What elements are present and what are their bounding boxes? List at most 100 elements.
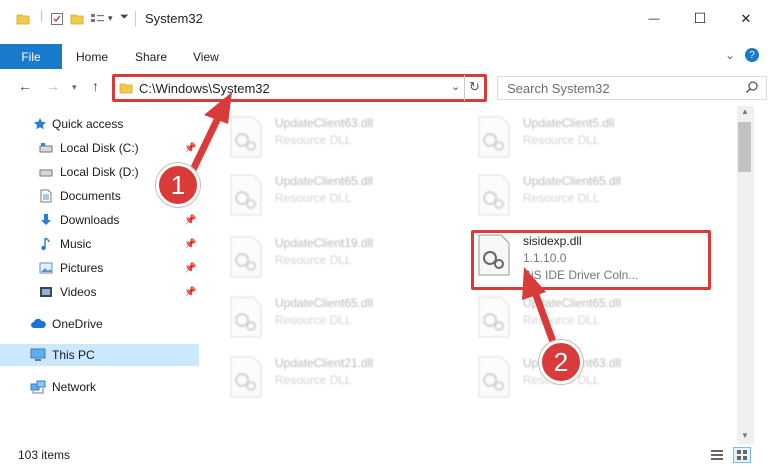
file-description: Resource DLL [275,313,352,327]
file-name: UpdateClient5.dll [523,116,615,130]
nav-item-network[interactable]: Network [0,376,199,398]
callout-badge-1: 1 [156,163,200,207]
file-item[interactable]: UpdateClient19.dll Resource DLL [227,230,457,282]
file-description: Resource DLL [523,133,600,147]
file-item[interactable]: UpdateClient65.dll Resource DLL [475,290,705,342]
vertical-scrollbar[interactable]: ▲ ▼ [737,106,754,444]
scroll-down-icon[interactable]: ▼ [741,431,749,440]
chevron-down-icon[interactable]: ▾ [108,13,113,24]
dll-file-icon [478,296,510,338]
dll-file-icon [478,116,510,158]
nav-item-onedrive[interactable]: OneDrive [0,313,199,335]
pin-icon: 📌 [184,262,197,274]
drive-icon [38,140,54,156]
file-item[interactable]: UpdateClient65.dll Resource DLL [475,168,705,220]
nav-label: Local Disk (D:) [60,165,139,179]
up-arrow-icon[interactable]: ↑ [92,78,99,94]
dll-file-icon [478,356,510,398]
nav-item-this-pc[interactable]: This PC [0,344,199,366]
search-icon[interactable] [745,80,759,97]
minimize-icon: — [648,12,660,25]
address-row: ← → ▾ ↑ C:\Windows\System32 ⌄ ↻ Search S… [0,72,769,104]
file-name: UpdateClient65.dll [275,174,374,188]
address-dropdown-icon[interactable]: ⌄ [451,80,460,93]
network-icon [30,379,46,395]
file-list: UpdateClient63.dll Resource DLL UpdateCl… [205,108,737,438]
nav-label: OneDrive [52,317,103,331]
file-description: Resource DLL [275,373,352,387]
folder-icon [16,12,30,29]
file-name: UpdateClient65.dll [275,296,374,310]
file-description: Resource DLL [275,253,352,267]
help-icon[interactable]: ? [745,48,759,62]
nav-item-quick-access[interactable]: Quick access [0,113,199,135]
nav-label: Pictures [60,261,104,275]
forward-arrow-icon[interactable]: → [46,78,60,94]
folder-icon [119,81,133,98]
tab-view[interactable]: View [193,44,219,69]
documents-icon [38,188,54,204]
details-view-icon[interactable] [710,449,724,464]
close-icon: ✕ [740,10,752,26]
pin-icon: 📌 [184,238,197,250]
address-path[interactable]: C:\Windows\System32 [139,81,270,96]
star-icon [32,116,48,132]
nav-label: This PC [52,348,95,362]
file-name: UpdateClient19.dll [275,236,374,250]
maximize-icon: ☐ [693,10,707,26]
highlight-box [471,230,711,290]
nav-item-pictures[interactable]: Pictures 📌 [0,257,199,279]
minimize-button[interactable]: — [631,0,677,37]
tab-share[interactable]: Share [135,44,167,69]
callout-badge-2: 2 [539,340,583,384]
maximize-button[interactable]: ☐ [677,0,723,37]
title-separator [135,11,136,27]
dll-file-icon [230,236,262,278]
nav-item-downloads[interactable]: Downloads 📌 [0,209,199,231]
navigation-pane: Quick access Local Disk (C:) 📌 Local Dis… [0,108,205,438]
nav-item-videos[interactable]: Videos 📌 [0,281,199,303]
file-description: Resource DLL [523,313,600,327]
dll-file-icon [478,174,510,216]
status-bar: 103 items [0,444,769,475]
downloads-icon [38,212,54,228]
ribbon-tabs: File Home Share View ⌄ ? [0,44,769,69]
view-options-icon[interactable] [90,12,106,29]
large-icons-view-icon[interactable] [733,447,751,463]
scroll-thumb[interactable] [738,122,751,172]
address-bar[interactable]: C:\Windows\System32 ⌄ ↻ [112,74,487,102]
videos-icon [38,284,54,300]
nav-item-music[interactable]: Music 📌 [0,233,199,255]
search-box[interactable]: Search System32 [497,76,767,100]
tab-home[interactable]: Home [76,44,108,69]
file-explorer-window: | ▾ ⏷ System32 — ☐ ✕ File Home Share Vie… [0,0,769,475]
tab-file[interactable]: File [0,44,62,69]
file-item[interactable]: UpdateClient63.dll Resource DLL [475,350,705,402]
nav-label: Network [52,380,97,394]
recent-locations-icon[interactable]: ▾ [72,82,77,93]
nav-item-local-disk-c[interactable]: Local Disk (C:) 📌 [0,137,199,159]
file-item[interactable]: UpdateClient5.dll Resource DLL [475,110,705,162]
customize-toolbar-icon[interactable]: ⏷ [120,11,129,24]
nav-label: Documents [60,189,121,203]
close-button[interactable]: ✕ [723,0,769,37]
properties-icon[interactable] [50,12,64,29]
file-item[interactable]: UpdateClient65.dll Resource DLL [227,290,457,342]
dll-file-icon [230,356,262,398]
file-name: UpdateClient63.dll [275,116,374,130]
file-item[interactable]: UpdateClient21.dll Resource DLL [227,350,457,402]
file-item[interactable]: UpdateClient65.dll Resource DLL [227,168,457,220]
file-name: UpdateClient21.dll [275,356,374,370]
search-input[interactable]: Search System32 [507,81,610,96]
refresh-icon[interactable]: ↻ [469,79,480,95]
pin-icon: 📌 [184,214,197,226]
file-item[interactable]: UpdateClient63.dll Resource DLL [227,110,457,162]
cloud-icon [30,316,46,332]
computer-icon [30,347,46,363]
dll-file-icon [230,296,262,338]
qa-separator: | [40,8,44,22]
expand-ribbon-icon[interactable]: ⌄ [725,48,735,62]
new-folder-icon[interactable] [70,12,84,29]
scroll-up-icon[interactable]: ▲ [741,107,749,116]
back-arrow-icon[interactable]: ← [18,78,32,94]
